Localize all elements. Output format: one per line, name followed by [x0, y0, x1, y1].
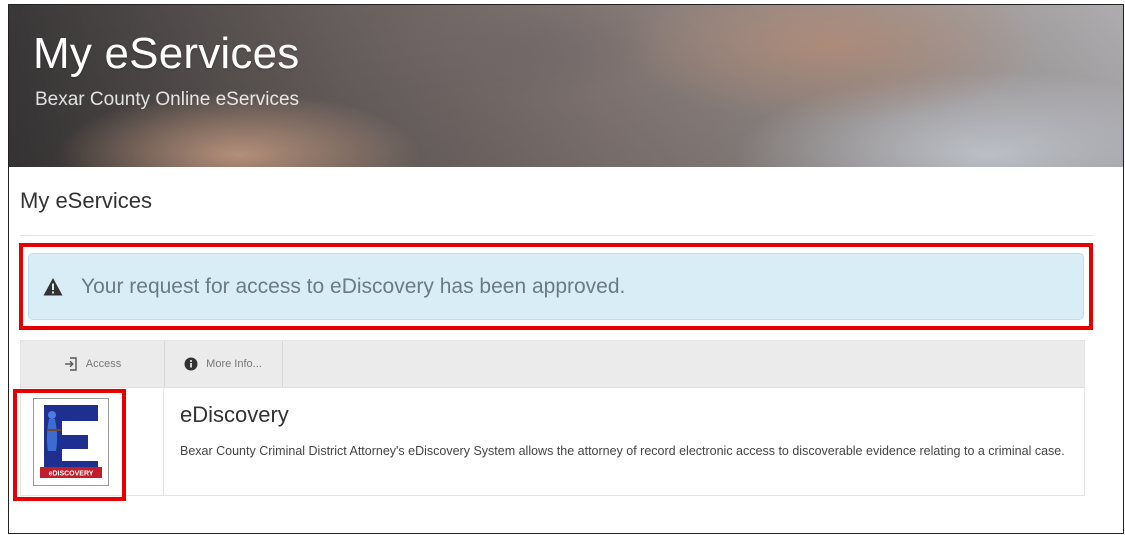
page-heading: My eServices: [20, 188, 153, 213]
heading-divider: [20, 235, 1094, 236]
service-title[interactable]: eDiscovery: [180, 402, 289, 428]
service-toolbar: Access More Info...: [21, 341, 1084, 388]
banner-subtitle: Bexar County Online eServices: [35, 89, 300, 110]
service-description: Bexar County Criminal District Attorney'…: [180, 444, 1065, 458]
more-info-button[interactable]: More Info...: [164, 341, 283, 387]
access-button[interactable]: Access: [21, 341, 165, 387]
access-label: Access: [85, 358, 122, 370]
alert-highlight-box: [19, 243, 1093, 330]
more-info-label: More Info...: [206, 358, 262, 370]
logo-highlight-box: [13, 389, 126, 501]
sign-in-icon: [64, 357, 77, 371]
banner-title: My eServices: [33, 29, 300, 78]
info-circle-icon: [184, 357, 198, 371]
header-banner: My eServices Bexar County Online eServic…: [9, 5, 1123, 167]
